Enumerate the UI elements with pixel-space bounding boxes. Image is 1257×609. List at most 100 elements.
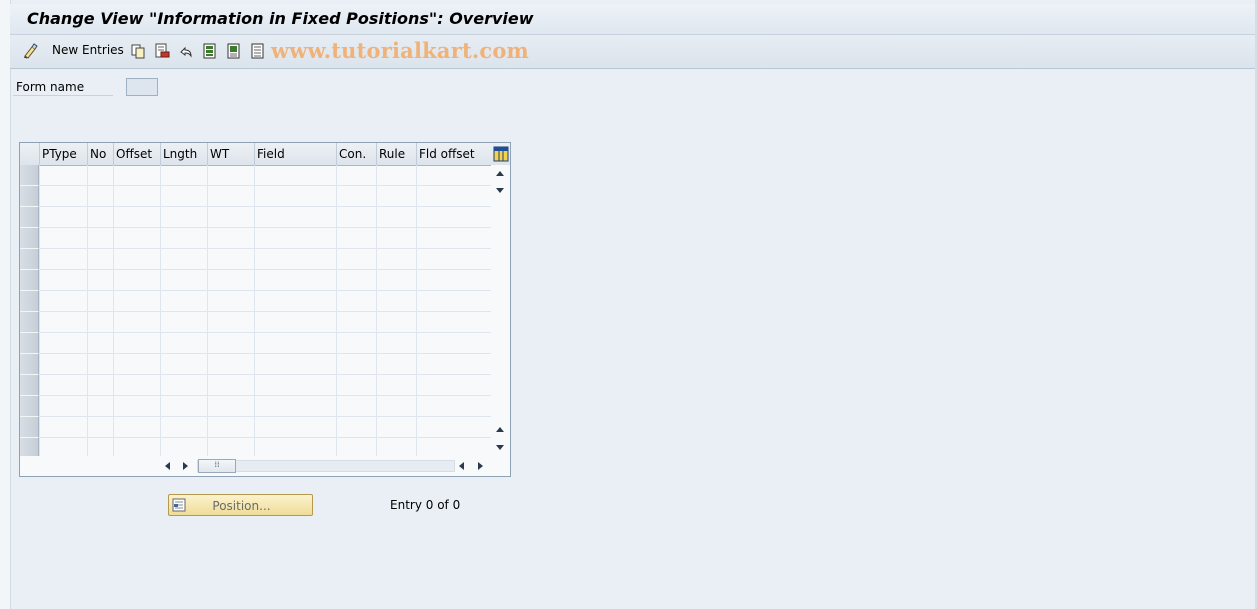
table-cell[interactable] — [39, 270, 88, 290]
undo-icon[interactable] — [178, 43, 194, 59]
table-cell[interactable] — [207, 249, 255, 269]
table-row[interactable] — [39, 228, 491, 249]
column-header-con[interactable]: Con. — [336, 143, 376, 165]
select-block-icon[interactable] — [226, 43, 242, 59]
scroll-down-icon[interactable] — [496, 188, 504, 193]
table-cell[interactable] — [160, 312, 208, 332]
table-cell[interactable] — [254, 396, 337, 416]
table-cell[interactable] — [113, 333, 161, 353]
table-cell[interactable] — [39, 165, 88, 185]
table-cell[interactable] — [113, 291, 161, 311]
table-row[interactable] — [39, 375, 491, 396]
table-cell[interactable] — [336, 375, 377, 395]
table-settings-icon[interactable] — [493, 146, 509, 162]
table-row[interactable] — [39, 333, 491, 354]
table-cell[interactable] — [254, 249, 337, 269]
select-all-icon[interactable] — [202, 43, 218, 59]
table-row[interactable] — [39, 186, 491, 207]
row-selector[interactable] — [20, 354, 39, 375]
table-cell[interactable] — [416, 270, 491, 290]
row-selector[interactable] — [20, 375, 39, 396]
copy-icon[interactable] — [130, 43, 146, 59]
table-cell[interactable] — [416, 333, 491, 353]
row-selector[interactable] — [20, 228, 39, 249]
table-cell[interactable] — [113, 186, 161, 206]
column-header-field[interactable]: Field — [254, 143, 336, 165]
table-cell[interactable] — [160, 375, 208, 395]
table-cell[interactable] — [254, 375, 337, 395]
row-selector[interactable] — [20, 165, 39, 186]
table-cell[interactable] — [39, 249, 88, 269]
table-cell[interactable] — [160, 438, 208, 456]
table-cell[interactable] — [336, 228, 377, 248]
table-cell[interactable] — [336, 417, 377, 437]
table-cell[interactable] — [39, 438, 88, 456]
table-cell[interactable] — [39, 228, 88, 248]
table-cell[interactable] — [416, 312, 491, 332]
table-row[interactable] — [39, 207, 491, 228]
table-cell[interactable] — [160, 396, 208, 416]
new-entries-button[interactable]: New Entries — [52, 43, 124, 57]
table-cell[interactable] — [39, 375, 88, 395]
table-cell[interactable] — [254, 228, 337, 248]
table-cell[interactable] — [376, 228, 417, 248]
row-selector[interactable] — [20, 291, 39, 312]
table-row[interactable] — [39, 438, 491, 456]
table-row[interactable] — [39, 354, 491, 375]
table-cell[interactable] — [376, 438, 417, 456]
table-cell[interactable] — [416, 375, 491, 395]
table-cell[interactable] — [376, 291, 417, 311]
table-cell[interactable] — [416, 354, 491, 374]
table-row[interactable] — [39, 417, 491, 438]
table-cell[interactable] — [254, 270, 337, 290]
table-cell[interactable] — [160, 186, 208, 206]
table-cell[interactable] — [87, 270, 114, 290]
deselect-all-icon[interactable] — [250, 43, 266, 59]
toggle-edit-icon[interactable] — [23, 43, 39, 59]
table-cell[interactable] — [160, 333, 208, 353]
table-cell[interactable] — [160, 207, 208, 227]
row-selector[interactable] — [20, 312, 39, 333]
table-cell[interactable] — [254, 165, 337, 185]
table-cell[interactable] — [39, 417, 88, 437]
column-header-offset[interactable]: Offset — [113, 143, 160, 165]
table-cell[interactable] — [416, 291, 491, 311]
table-row[interactable] — [39, 396, 491, 417]
horizontal-scroll-thumb[interactable]: ⁞⁞ — [198, 459, 236, 473]
table-cell[interactable] — [39, 312, 88, 332]
table-cell[interactable] — [336, 396, 377, 416]
table-cell[interactable] — [87, 333, 114, 353]
table-row[interactable] — [39, 165, 491, 186]
table-cell[interactable] — [416, 249, 491, 269]
table-cell[interactable] — [87, 354, 114, 374]
table-cell[interactable] — [254, 354, 337, 374]
table-cell[interactable] — [87, 186, 114, 206]
table-cell[interactable] — [207, 333, 255, 353]
table-cell[interactable] — [416, 396, 491, 416]
table-cell[interactable] — [416, 207, 491, 227]
scroll-left-end-icon[interactable] — [459, 462, 464, 470]
table-cell[interactable] — [160, 270, 208, 290]
table-cell[interactable] — [39, 207, 88, 227]
table-cell[interactable] — [87, 165, 114, 185]
table-cell[interactable] — [376, 270, 417, 290]
table-cell[interactable] — [207, 417, 255, 437]
table-cell[interactable] — [39, 333, 88, 353]
table-cell[interactable] — [87, 375, 114, 395]
table-cell[interactable] — [113, 228, 161, 248]
table-cell[interactable] — [87, 207, 114, 227]
vertical-scrollbar[interactable] — [491, 165, 510, 456]
table-cell[interactable] — [207, 165, 255, 185]
scroll-right-end-icon[interactable] — [478, 462, 483, 470]
table-cell[interactable] — [336, 249, 377, 269]
row-selector[interactable] — [20, 417, 39, 438]
row-selector[interactable] — [20, 270, 39, 291]
table-cell[interactable] — [207, 228, 255, 248]
row-selector[interactable] — [20, 207, 39, 228]
scroll-right-icon[interactable] — [183, 462, 188, 470]
table-cell[interactable] — [87, 228, 114, 248]
table-cell[interactable] — [113, 438, 161, 456]
table-cell[interactable] — [254, 207, 337, 227]
table-cell[interactable] — [207, 186, 255, 206]
table-cell[interactable] — [416, 438, 491, 456]
